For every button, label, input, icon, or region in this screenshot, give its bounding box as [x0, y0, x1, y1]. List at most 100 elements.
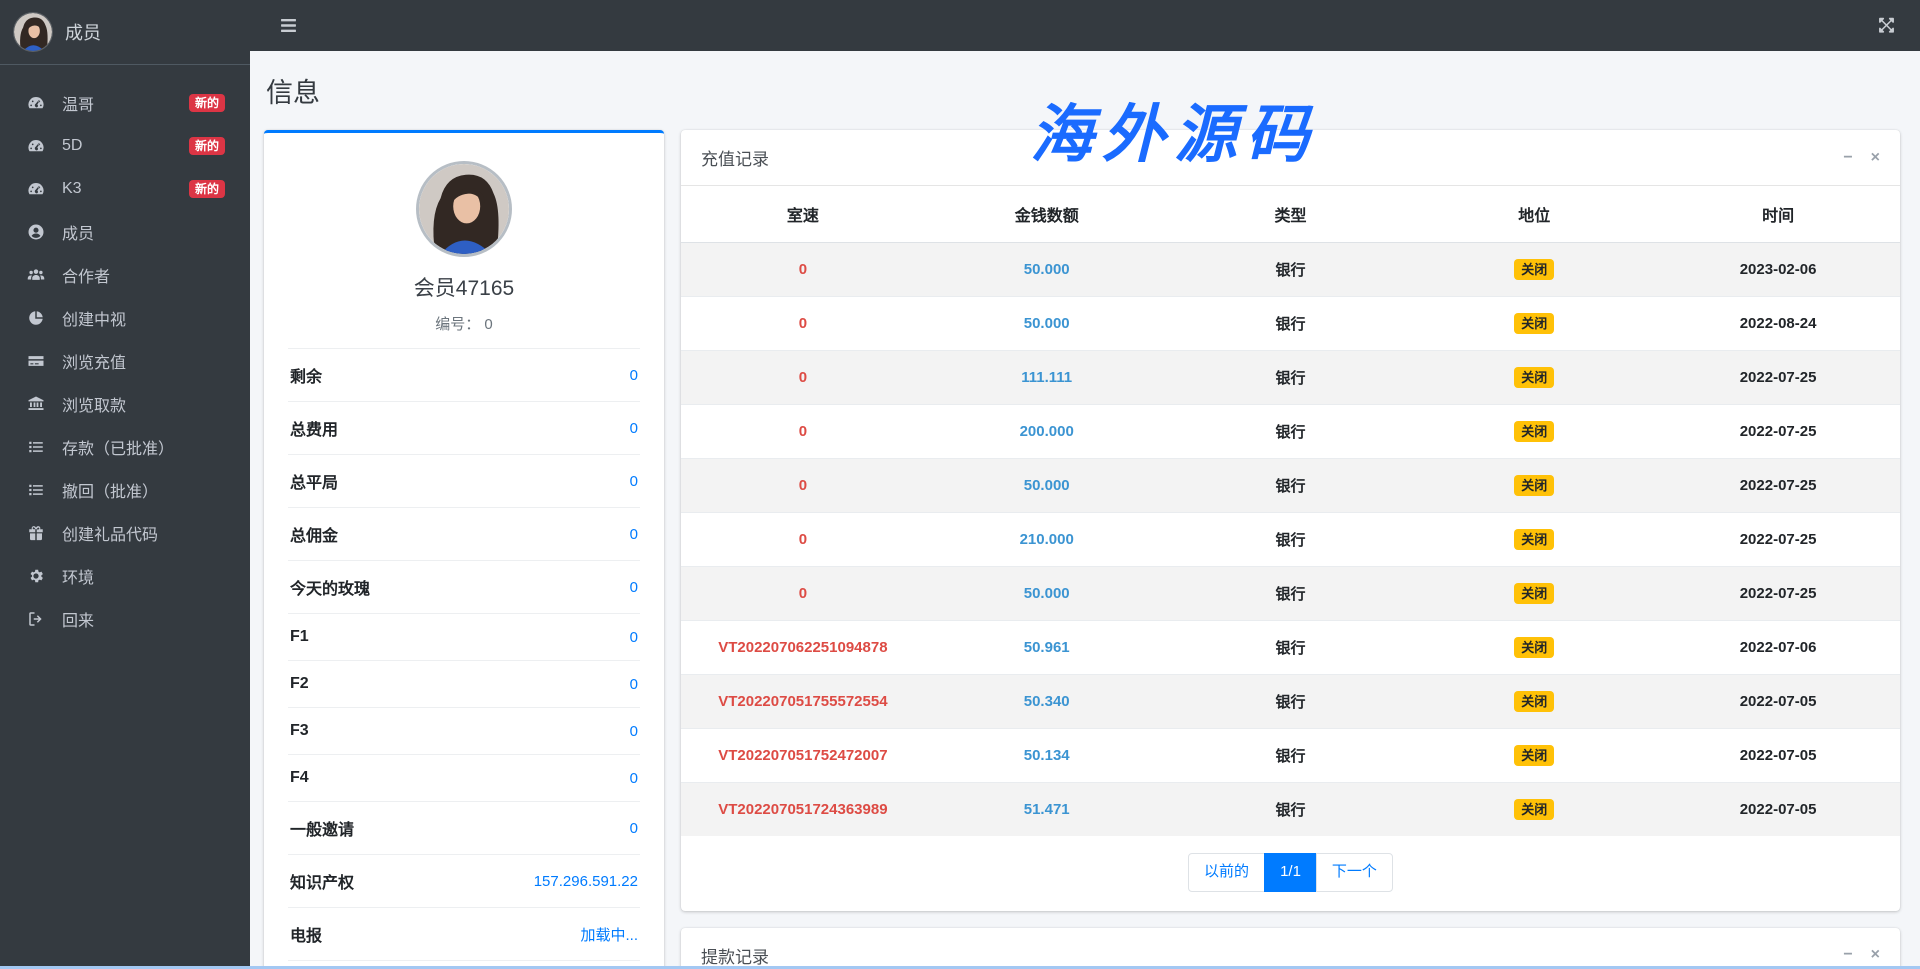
pagination-prev-button[interactable]: 以前的 — [1188, 853, 1265, 892]
cell-time: 2022-07-25 — [1656, 459, 1900, 513]
status-badge: 关闭 — [1514, 529, 1554, 550]
status-badge: 关闭 — [1514, 799, 1554, 820]
sidebar-item[interactable]: 浏览充值 — [0, 339, 250, 382]
profile-stat-row: 总费用 0 — [288, 401, 640, 454]
cell-speed: VT202207051724363989 — [681, 783, 925, 837]
profile-stat-row: 电报 加载中... — [288, 907, 640, 960]
cell-speed: 0 — [681, 243, 925, 297]
cell-status: 关闭 — [1412, 351, 1656, 405]
cell-amount: 50.134 — [925, 729, 1169, 783]
list-icon — [27, 438, 50, 456]
status-badge: 关闭 — [1514, 745, 1554, 766]
sidebar-item[interactable]: K3 新的 — [0, 167, 250, 210]
sidebar-item[interactable]: 回来 — [0, 597, 250, 640]
member-number: 编号： 0 — [288, 313, 640, 334]
sidebar-item[interactable]: 创建礼品代码 — [0, 511, 250, 554]
stat-value: 0 — [630, 629, 638, 646]
stat-value: 157.296.591.22 — [534, 873, 638, 890]
status-badge: 关闭 — [1514, 475, 1554, 496]
cell-type: 银行 — [1169, 459, 1413, 513]
stat-value: 0 — [630, 420, 638, 437]
cell-speed: 0 — [681, 459, 925, 513]
recharge-table-row: VT202207051752472007 50.134 银行 关闭 2022-0… — [681, 729, 1900, 783]
close-icon[interactable]: × — [1871, 947, 1880, 963]
cell-speed: 0 — [681, 513, 925, 567]
cell-status: 关闭 — [1412, 567, 1656, 621]
sidebar-item-label: K3 — [62, 180, 189, 198]
recharge-table-row: 0 50.000 银行 关闭 2023-02-06 — [681, 243, 1900, 297]
recharge-column-header: 金钱数额 — [925, 186, 1169, 243]
sidebar-item[interactable]: 成员 — [0, 210, 250, 253]
cell-time: 2022-07-05 — [1656, 783, 1900, 837]
cell-type: 银行 — [1169, 405, 1413, 459]
stat-value: 0 — [630, 676, 638, 693]
cell-type: 银行 — [1169, 783, 1413, 837]
sidebar-item[interactable]: 环境 — [0, 554, 250, 597]
recharge-table-row: VT202207051724363989 51.471 银行 关闭 2022-0… — [681, 783, 1900, 837]
sidebar-user-panel: 成员 — [0, 0, 250, 65]
sidebar-item[interactable]: 温哥 新的 — [0, 81, 250, 124]
minimize-icon[interactable]: − — [1843, 150, 1852, 166]
pagination-current-page[interactable]: 1/1 — [1264, 853, 1317, 892]
tachometer-icon — [27, 94, 50, 112]
sidebar-item-label: 合作者 — [62, 263, 225, 287]
cell-amount: 50.000 — [925, 567, 1169, 621]
sidebar-item[interactable]: 浏览取款 — [0, 382, 250, 425]
cell-time: 2022-07-05 — [1656, 675, 1900, 729]
new-badge: 新的 — [189, 137, 225, 155]
profile-stats-list: 剩余 0 总费用 0 总平局 0 总佣金 0 — [288, 348, 640, 969]
profile-stat-row: F1 0 — [288, 613, 640, 660]
profile-stat-row: 知识产权 157.296.591.22 — [288, 854, 640, 907]
cell-time: 2022-07-05 — [1656, 729, 1900, 783]
cell-status: 关闭 — [1412, 783, 1656, 837]
sidebar-item-label: 创建礼品代码 — [62, 521, 225, 545]
sidebar-item[interactable]: 创建中视 — [0, 296, 250, 339]
hamburger-icon[interactable] — [280, 17, 297, 34]
gear-icon — [27, 567, 50, 585]
pagination-next-button[interactable]: 下一个 — [1316, 853, 1393, 892]
minimize-icon[interactable]: − — [1843, 947, 1852, 963]
cell-type: 银行 — [1169, 729, 1413, 783]
status-badge: 关闭 — [1514, 421, 1554, 442]
cell-status: 关闭 — [1412, 297, 1656, 351]
cell-status: 关闭 — [1412, 513, 1656, 567]
sidebar-item-label: 撤回（批准） — [62, 478, 225, 502]
sidebar-item-label: 存款（已批准） — [62, 435, 225, 459]
user-icon — [27, 223, 50, 241]
sidebar-item[interactable]: 撤回（批准） — [0, 468, 250, 511]
stat-label: 一般邀请 — [290, 816, 354, 840]
withdraw-card-header: 提款记录 − × — [681, 928, 1900, 969]
status-badge: 关闭 — [1514, 637, 1554, 658]
stat-label: F4 — [290, 769, 309, 787]
stat-label: 知识产权 — [290, 869, 354, 893]
page-title: 信息 — [266, 71, 1900, 110]
sidebar-user-name: 成员 — [65, 19, 101, 45]
sidebar-item[interactable]: 存款（已批准） — [0, 425, 250, 468]
bank-icon — [27, 395, 50, 413]
close-icon[interactable]: × — [1871, 150, 1880, 166]
cell-status: 关闭 — [1412, 675, 1656, 729]
list-icon — [27, 481, 50, 499]
sidebar-item-label: 回来 — [62, 607, 225, 631]
member-name: 会员47165 — [288, 272, 640, 302]
sidebar-item-label: 浏览取款 — [62, 392, 225, 416]
withdraw-card-title: 提款记录 — [701, 943, 769, 968]
sidebar-item[interactable]: 合作者 — [0, 253, 250, 296]
pagination: 以前的 1/1 下一个 — [681, 836, 1900, 911]
cell-time: 2022-07-06 — [1656, 621, 1900, 675]
sidebar-item-label: 浏览充值 — [62, 349, 225, 373]
stat-value: 0 — [630, 526, 638, 543]
cell-time: 2022-07-25 — [1656, 567, 1900, 621]
recharge-table-row: 0 210.000 银行 关闭 2022-07-25 — [681, 513, 1900, 567]
cell-amount: 50.340 — [925, 675, 1169, 729]
cell-time: 2023-02-06 — [1656, 243, 1900, 297]
stat-value: 0 — [630, 770, 638, 787]
expand-arrows-icon[interactable] — [1878, 17, 1895, 34]
avatar-image — [14, 13, 52, 51]
profile-stat-row: 剩余 0 — [288, 348, 640, 401]
recharge-column-header: 室速 — [681, 186, 925, 243]
sidebar-item[interactable]: 5D 新的 — [0, 124, 250, 167]
recharge-table-row: VT202207051755572554 50.340 银行 关闭 2022-0… — [681, 675, 1900, 729]
cell-status: 关闭 — [1412, 621, 1656, 675]
profile-stat-row: 总平局 0 — [288, 454, 640, 507]
